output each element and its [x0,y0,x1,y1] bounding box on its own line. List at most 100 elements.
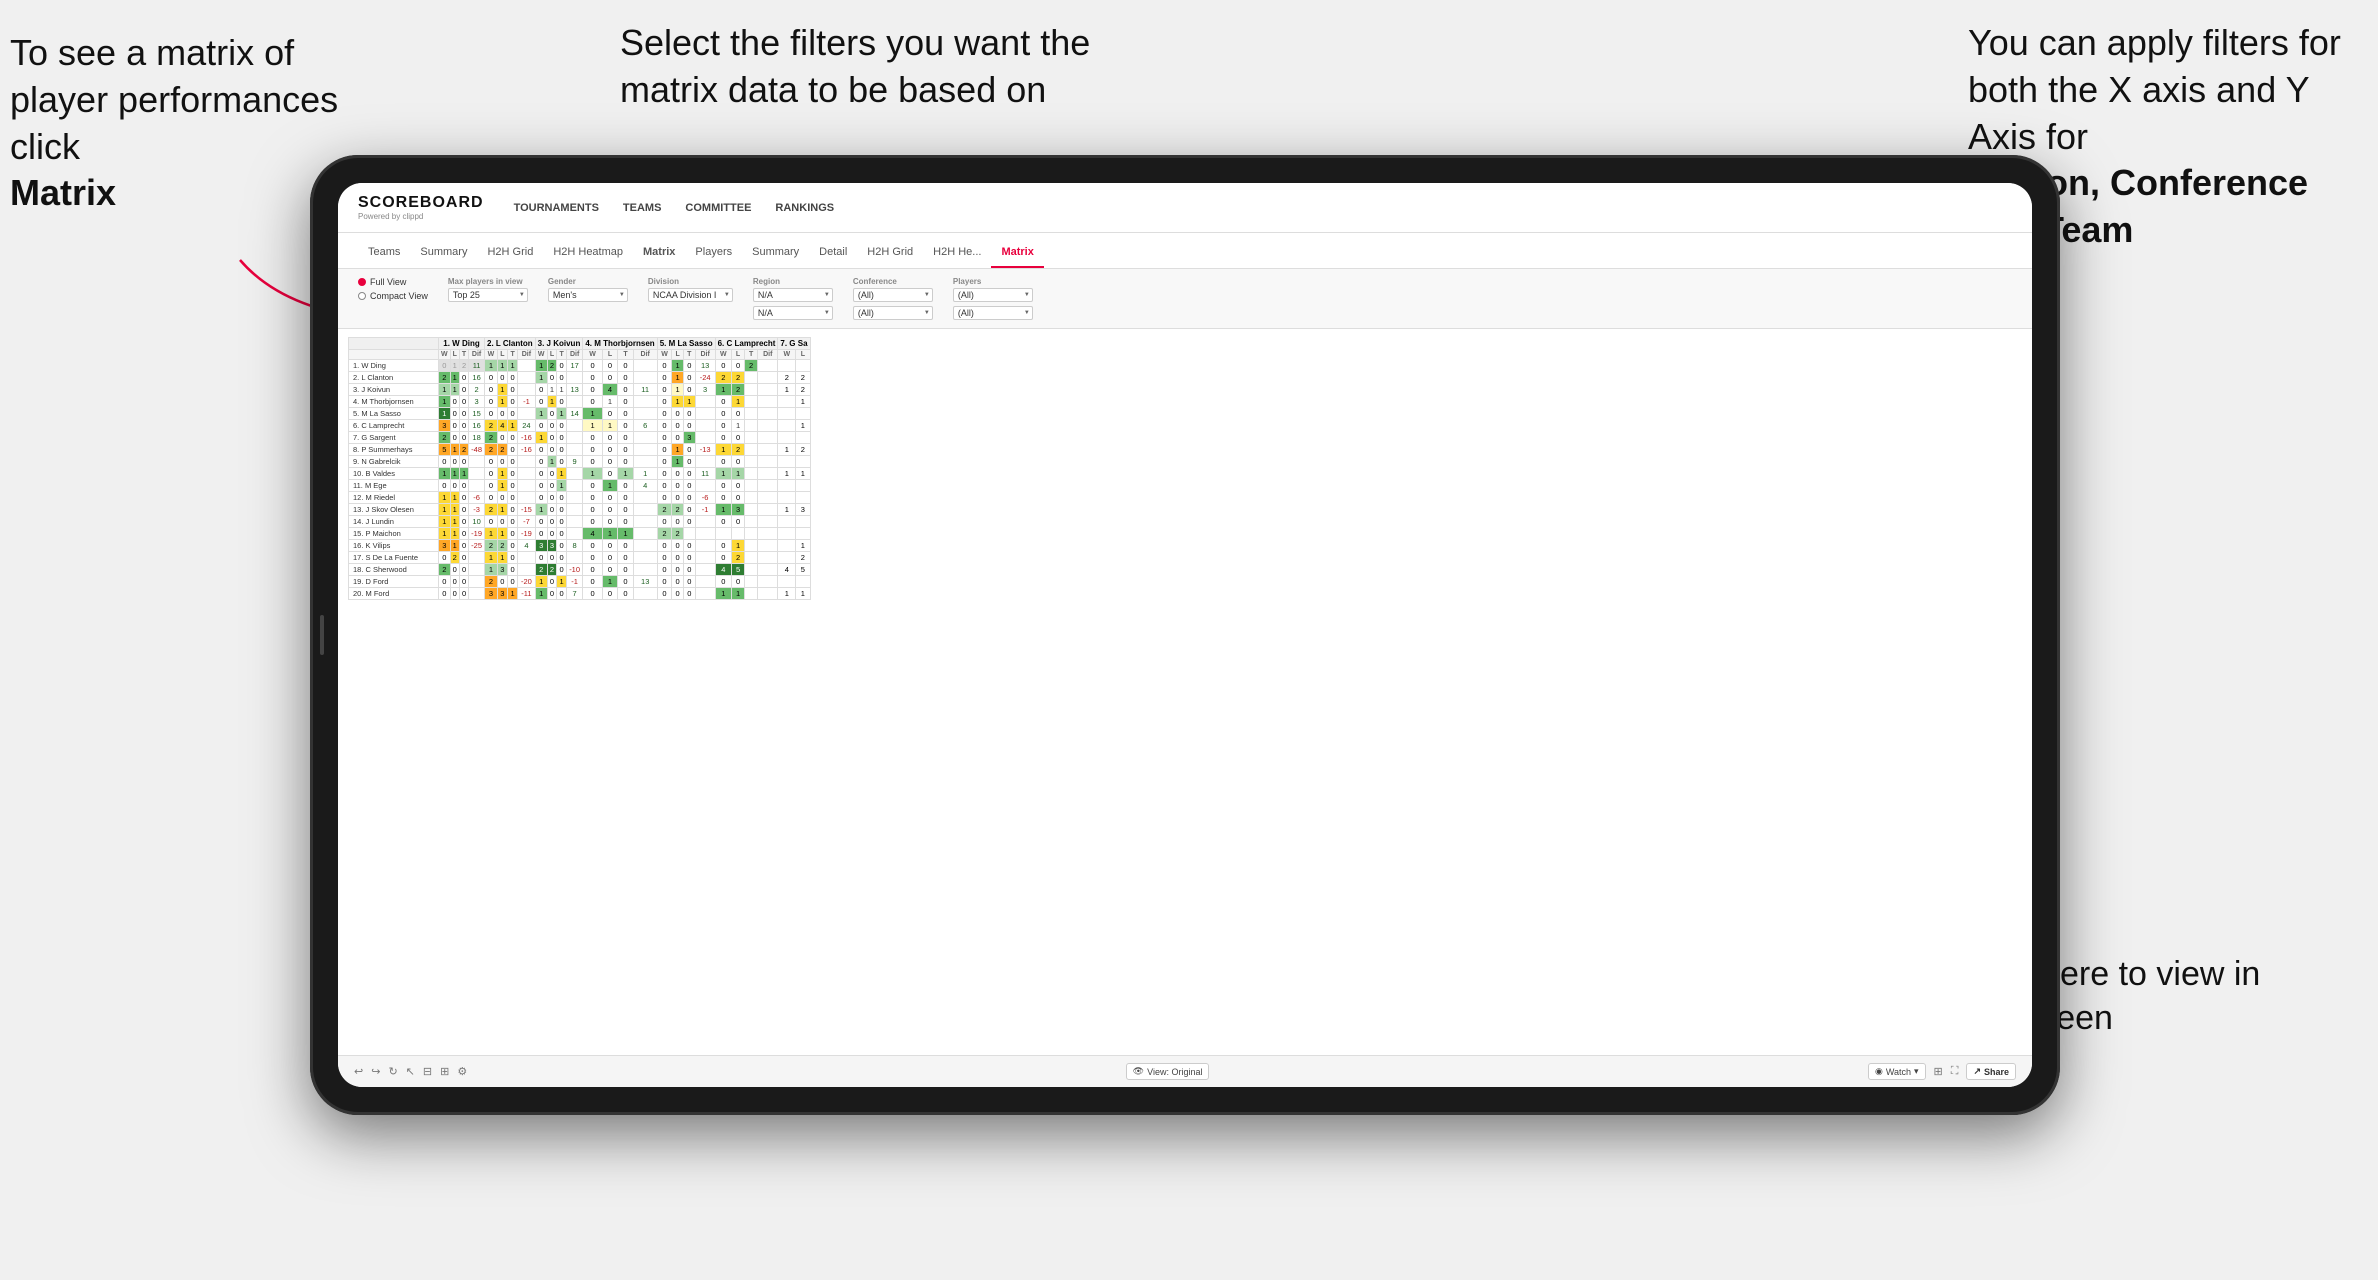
matrix-cell: 0 [683,444,695,456]
matrix-cell: 1 [731,396,744,408]
filter-conference: Conference (All) (All) [853,277,933,320]
matrix-cell: 1 [731,468,744,480]
matrix-cell: 0 [715,420,731,432]
matrix-cell: 0 [557,432,567,444]
matrix-cell: 1 [672,456,684,468]
tab-summary[interactable]: Summary [410,238,477,268]
nav-teams[interactable]: TEAMS [623,198,662,218]
share-btn[interactable]: ↗ Share [1966,1063,2016,1080]
col1-l: L [450,350,459,360]
tab-h2h-heatmap[interactable]: H2H Heatmap [543,238,633,268]
matrix-cell: 2 [485,576,498,588]
zoom-out-icon[interactable]: ⊟ [423,1065,432,1078]
view-compact-label[interactable]: Compact View [358,291,428,301]
tab-matrix-active[interactable]: Matrix [991,238,1043,268]
filter-gender-select[interactable]: Men's [548,288,628,302]
col5-dif: Dif [695,350,715,360]
matrix-cell: 0 [657,540,672,552]
matrix-cell [633,360,657,372]
matrix-cell: 0 [557,492,567,504]
grid-icon[interactable]: ⊞ [1934,1065,1943,1078]
tablet-side-button [320,615,324,655]
matrix-cell: 1 [683,396,695,408]
watch-btn[interactable]: ◉ Watch ▾ [1868,1063,1926,1080]
view-original-btn[interactable]: 👁 View: Original [1126,1063,1210,1080]
matrix-cell: 0 [683,492,695,504]
matrix-cell: -11 [518,588,535,600]
matrix-row-name: 18. C Sherwood [349,564,439,576]
filter-players-select[interactable]: (All) [953,288,1033,302]
expand-icon[interactable]: ⛶ [1951,1065,1959,1078]
tab-summary2[interactable]: Summary [742,238,809,268]
filter-players-select2[interactable]: (All) [953,306,1033,320]
tab-teams[interactable]: Teams [358,238,410,268]
share-label: Share [1984,1067,2009,1077]
tab-matrix-main[interactable]: Matrix [633,238,685,268]
matrix-cell: 0 [672,552,684,564]
matrix-cell: 0 [715,540,731,552]
filter-region-select2[interactable]: N/A [753,306,833,320]
matrix-cell: 4 [602,384,618,396]
redo-icon[interactable]: ↪ [371,1065,380,1078]
nav-committee[interactable]: COMMITTEE [685,198,751,218]
settings-icon[interactable]: ⚙ [457,1065,467,1078]
matrix-cell [745,444,758,456]
tab-detail[interactable]: Detail [809,238,857,268]
filter-max-select[interactable]: Top 25 [448,288,528,302]
tab-h2h-grid2[interactable]: H2H Grid [857,238,923,268]
matrix-cell: -1 [695,504,715,516]
filter-conf-select[interactable]: (All) [853,288,933,302]
matrix-cell: 0 [507,468,517,480]
view-full-label[interactable]: Full View [358,277,428,287]
matrix-cell [633,516,657,528]
matrix-cell: 0 [683,576,695,588]
matrix-cell [745,468,758,480]
undo-icon[interactable]: ↩ [354,1065,363,1078]
filter-division-select[interactable]: NCAA Division I [648,288,733,302]
matrix-cell: 0 [715,360,731,372]
matrix-cell: 2 [485,420,498,432]
matrix-cell: 11 [633,384,657,396]
matrix-cell: 0 [439,576,451,588]
watch-chevron: ▾ [1914,1066,1919,1077]
matrix-cell: 0 [485,396,498,408]
matrix-cell: 0 [618,540,634,552]
filter-conf-select2[interactable]: (All) [853,306,933,320]
matrix-cell: 2 [535,564,547,576]
matrix-cell [566,432,582,444]
tab-h2h-grid[interactable]: H2H Grid [477,238,543,268]
refresh-icon[interactable]: ↻ [388,1065,397,1078]
matrix-cell: 0 [485,384,498,396]
matrix-cell: 1 [778,588,796,600]
matrix-cell: 1 [507,420,517,432]
matrix-cell: 1 [715,444,731,456]
matrix-cell [758,420,778,432]
zoom-in-icon[interactable]: ⊞ [440,1065,449,1078]
matrix-cell: -20 [518,576,535,588]
tab-players[interactable]: Players [685,238,742,268]
matrix-cell: 0 [602,468,618,480]
matrix-cell [469,480,485,492]
nav-rankings[interactable]: RANKINGS [775,198,834,218]
pointer-icon[interactable]: ↖ [406,1065,415,1078]
matrix-cell: 7 [566,588,582,600]
matrix-cell: 0 [547,516,557,528]
tab-h2hhe[interactable]: H2H He... [923,238,991,268]
matrix-cell: 0 [657,432,672,444]
matrix-cell: 0 [497,432,507,444]
matrix-row-name: 8. P Summerhays [349,444,439,456]
nav-tournaments[interactable]: TOURNAMENTS [514,198,599,218]
annotation-matrix-text: To see a matrix of player performances c… [10,32,338,167]
matrix-cell: 0 [672,468,684,480]
matrix-cell: 1 [715,384,731,396]
matrix-cell [518,456,535,468]
matrix-cell: 0 [459,504,468,516]
matrix-cell: 0 [657,480,672,492]
matrix-cell: 0 [507,480,517,492]
matrix-cell: 0 [507,504,517,516]
matrix-cell: 0 [459,492,468,504]
filter-region-label: Region [753,277,833,286]
matrix-cell: 17 [566,360,582,372]
filter-region-select[interactable]: N/A [753,288,833,302]
matrix-cell [778,420,796,432]
